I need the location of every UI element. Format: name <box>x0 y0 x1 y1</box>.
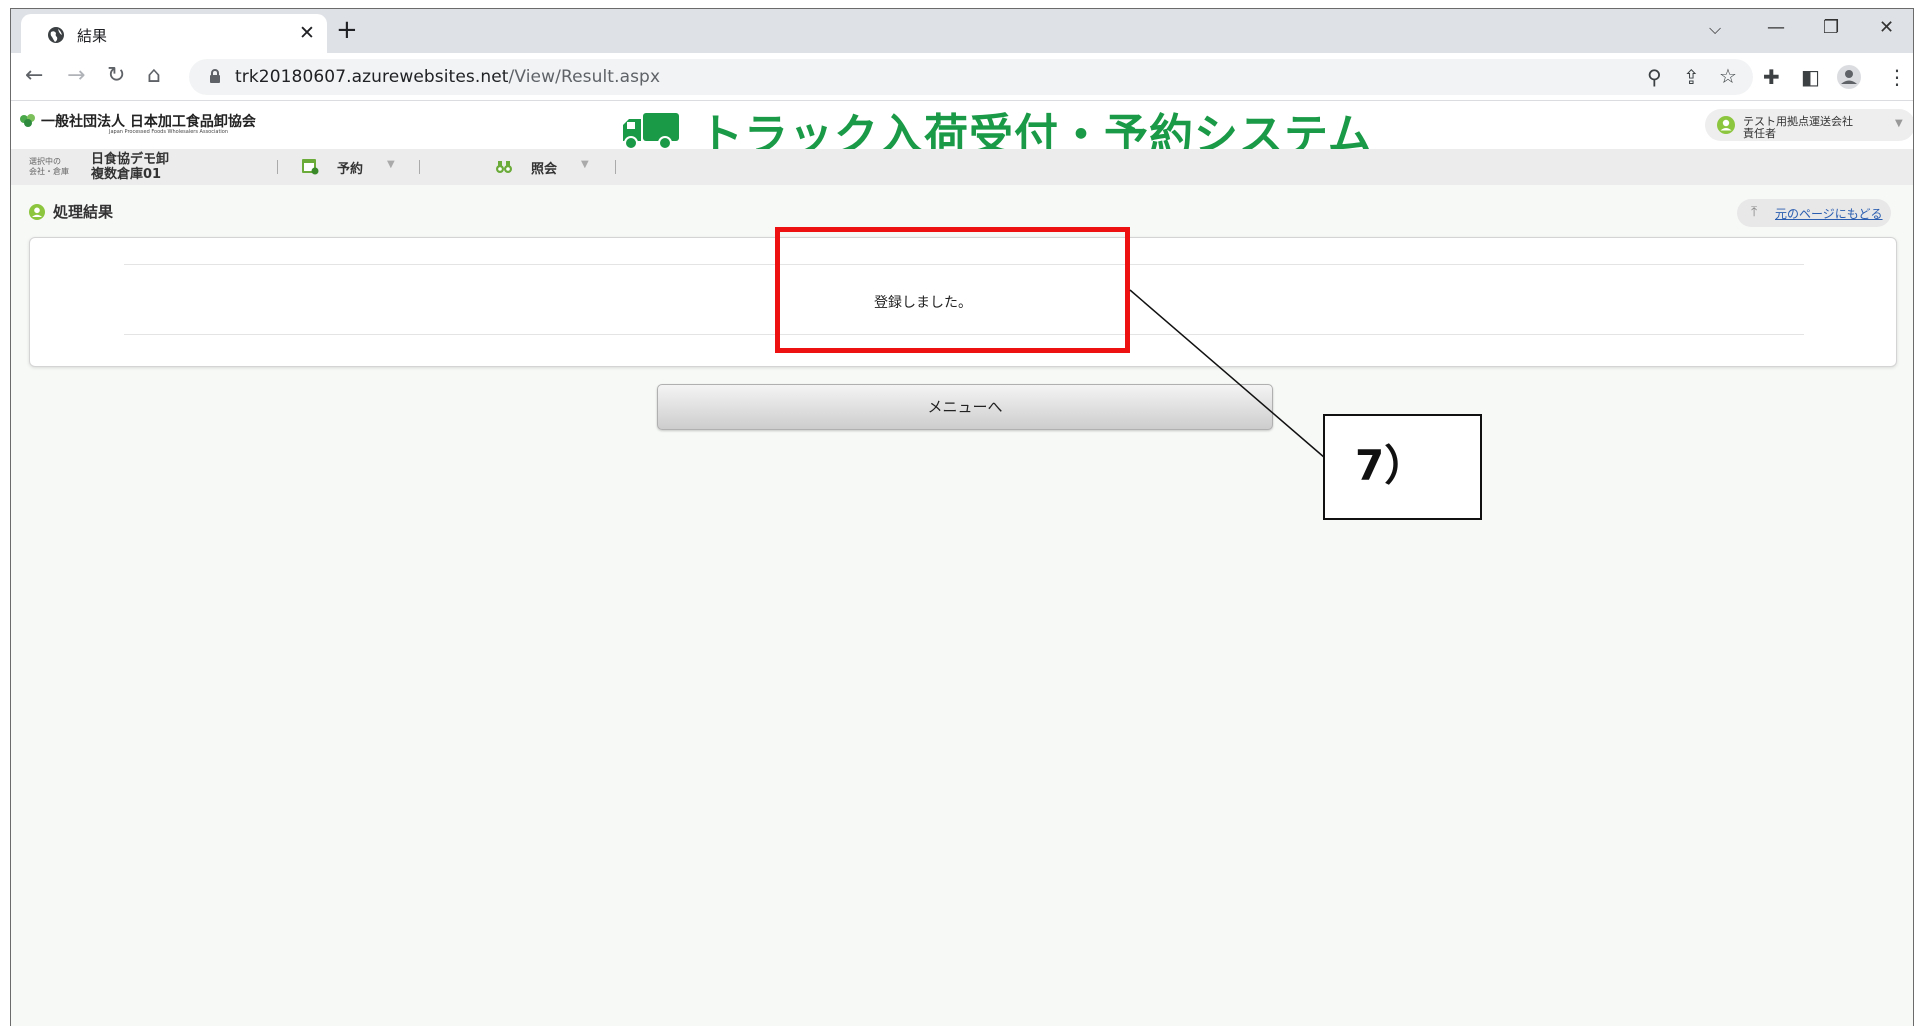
browser-toolbar: ← → ↻ ⌂ trk20180607.azurewebsites.net/Vi… <box>11 53 1913 101</box>
annotation-label: 7） <box>1355 441 1427 490</box>
selected-label-line2: 会社・倉庫 <box>29 167 69 176</box>
page-title-text: 処理結果 <box>53 203 114 221</box>
page-title: 処理結果 <box>29 201 113 222</box>
selected-label-line1: 選択中の <box>29 157 61 166</box>
minimize-icon[interactable]: — <box>1767 17 1785 38</box>
forward-arrow-icon[interactable]: → <box>67 63 85 88</box>
zoom-icon[interactable]: ⚲ <box>1647 65 1662 89</box>
selected-company: 日食協デモ卸 <box>91 152 170 167</box>
user-role: 責任者 <box>1743 127 1776 140</box>
truck-icon <box>623 113 679 150</box>
arrow-up-to-line-icon: ⤒ <box>1751 204 1758 220</box>
annotation-highlight-box <box>775 227 1130 353</box>
reload-icon[interactable]: ↻ <box>107 63 125 88</box>
nav-menu-reservation-label: 予約 <box>337 162 364 177</box>
user-circle-icon <box>29 204 45 220</box>
extensions-icon[interactable]: ✚ <box>1763 65 1780 89</box>
home-icon[interactable]: ⌂ <box>147 63 161 88</box>
back-link-label[interactable]: 元のページにもどる <box>1775 205 1883 222</box>
globe-icon <box>48 27 64 43</box>
org-name-en: Japan Processed Foods Wholesalers Associ… <box>109 129 229 135</box>
binoculars-icon <box>496 161 512 173</box>
window-close-icon[interactable]: ✕ <box>1879 17 1894 38</box>
nav-bar: 選択中の 会社・倉庫 日食協デモ卸 複数倉庫01 予約 ▼ 照会 ▼ <box>11 149 1913 185</box>
annotation-callout: 7） <box>1323 414 1482 520</box>
url-text: trk20180607.azurewebsites.net/View/Resul… <box>235 67 660 87</box>
url-host: trk20180607.azurewebsites.net <box>235 67 509 87</box>
nav-divider <box>615 160 616 174</box>
user-menu[interactable]: テスト用拠点運送会社 責任者 ▼ <box>1705 109 1913 141</box>
leaf-logo-icon <box>20 114 35 127</box>
chevron-down-icon: ▼ <box>387 159 395 170</box>
selected-warehouse: 複数倉庫01 <box>91 167 162 182</box>
browser-window: 結果 ✕ + ⌵ — ❐ ✕ ← → ↻ ⌂ trk20180607.azure… <box>10 8 1914 1026</box>
share-icon[interactable]: ⇪ <box>1683 65 1700 89</box>
selected-label: 選択中の 会社・倉庫 <box>29 157 69 177</box>
nav-divider <box>419 160 420 174</box>
lock-icon <box>210 69 220 83</box>
profile-avatar-icon[interactable] <box>1837 65 1861 89</box>
menu-kebab-icon[interactable]: ⋮ <box>1887 65 1907 89</box>
site-header: 一般社団法人 日本加工食品卸協会 Japan Processed Foods W… <box>11 99 1913 161</box>
tab-strip: 結果 ✕ + ⌵ — ❐ ✕ <box>11 9 1913 53</box>
tab-close-icon[interactable]: ✕ <box>299 22 315 44</box>
restore-icon[interactable]: ❐ <box>1823 17 1839 38</box>
selected-value: 日食協デモ卸 複数倉庫01 <box>91 152 169 182</box>
nav-divider <box>277 160 278 174</box>
back-to-previous-button[interactable]: ⤒ 元のページにもどる <box>1737 199 1891 227</box>
user-icon <box>1717 116 1735 134</box>
system-title: トラック入荷受付・予約システム <box>621 99 1381 161</box>
back-arrow-icon[interactable]: ← <box>25 63 43 88</box>
to-menu-button[interactable]: メニューへ <box>657 384 1273 430</box>
chevron-down-icon: ▼ <box>1895 118 1903 129</box>
new-tab-button[interactable]: + <box>336 15 358 45</box>
browser-tab[interactable]: 結果 ✕ <box>21 14 327 53</box>
org-name: 一般社団法人 日本加工食品卸協会 <box>41 114 256 130</box>
side-panel-icon[interactable]: ◧ <box>1801 65 1820 89</box>
url-path: /View/Result.aspx <box>508 67 661 87</box>
calendar-icon <box>302 159 319 175</box>
star-icon[interactable]: ☆ <box>1719 64 1737 88</box>
chevron-down-icon: ▼ <box>581 159 589 170</box>
tab-search-icon[interactable]: ⌵ <box>1709 19 1721 39</box>
tab-title: 結果 <box>77 27 108 45</box>
address-bar[interactable]: trk20180607.azurewebsites.net/View/Resul… <box>189 59 1753 95</box>
nav-menu-inquiry-label: 照会 <box>531 162 558 177</box>
